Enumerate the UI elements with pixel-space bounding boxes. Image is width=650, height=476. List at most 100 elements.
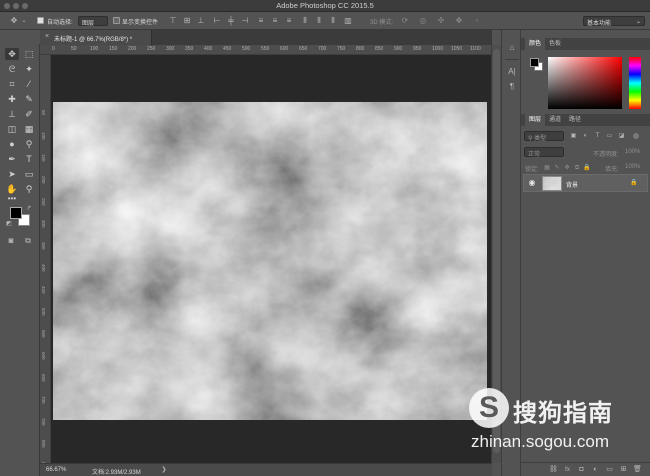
- ruler-tick-label: 350: [185, 46, 194, 52]
- distribute-right-icon[interactable]: ⦀: [328, 17, 338, 25]
- distribute-top-icon[interactable]: ≡: [256, 17, 266, 25]
- move-tool-preset-icon[interactable]: ✥: [8, 17, 20, 25]
- fill-label: 填充:: [605, 167, 619, 173]
- blend-mode-dropdown[interactable]: 正常: [524, 147, 564, 158]
- gradient-tool-icon[interactable]: ▦: [22, 123, 36, 135]
- folder-icon[interactable]: ▭: [605, 466, 614, 474]
- history-brush-tool-icon[interactable]: ✐: [22, 108, 36, 120]
- screen-mode-icon[interactable]: ⧉: [22, 237, 34, 245]
- align-hcenter-icon[interactable]: ╪: [226, 17, 236, 25]
- ruler-tick-label: 700: [41, 396, 46, 404]
- lock-all-icon[interactable]: 🔒: [583, 164, 591, 172]
- filter-shape-icon[interactable]: ▭: [605, 132, 614, 140]
- distribute-vcenter-icon[interactable]: ≡: [270, 17, 280, 25]
- canvas-workspace[interactable]: [51, 55, 491, 463]
- ruler-tick-label: 100: [90, 46, 99, 52]
- adjustment-icon[interactable]: ◐: [591, 466, 600, 474]
- close-tab-icon[interactable]: ×: [45, 33, 49, 40]
- more-tools-icon[interactable]: •••: [5, 193, 19, 205]
- default-colors-icon[interactable]: ◩: [6, 220, 12, 228]
- foreground-color-chip[interactable]: [530, 58, 539, 67]
- 3d-slide-icon[interactable]: ✥: [454, 17, 464, 25]
- cloud-render-image[interactable]: [53, 102, 487, 420]
- eraser-tool-icon[interactable]: ◫: [5, 123, 19, 135]
- filter-toggle-icon[interactable]: [633, 133, 639, 139]
- move-tool-icon[interactable]: ✥: [5, 48, 19, 60]
- character-panel-icon[interactable]: A|: [507, 68, 517, 76]
- filter-smart-object-icon[interactable]: ◪: [617, 132, 626, 140]
- align-right-icon[interactable]: ⊣: [240, 17, 250, 25]
- align-top-icon[interactable]: ⊤: [168, 17, 178, 25]
- workspace-dropdown[interactable]: 基本功能 ⌄: [583, 16, 645, 27]
- dodge-tool-icon[interactable]: ⚲: [22, 138, 36, 150]
- align-left-icon[interactable]: ⊢: [212, 17, 222, 25]
- magic-wand-tool-icon[interactable]: ✦: [22, 63, 36, 75]
- show-transform-checkbox[interactable]: [113, 17, 120, 24]
- lock-artboard-icon[interactable]: ⧉: [573, 164, 581, 172]
- opacity-value[interactable]: 100%: [625, 149, 640, 155]
- quick-mask-icon[interactable]: ◙: [6, 237, 16, 245]
- auto-select-dropdown[interactable]: 图层: [78, 16, 108, 27]
- type-tool-icon[interactable]: T: [22, 153, 36, 165]
- layer-filter-dropdown[interactable]: ⚲ 类型: [524, 131, 564, 142]
- brush-tool-icon[interactable]: ✎: [22, 93, 36, 105]
- blur-tool-icon[interactable]: ●: [5, 138, 19, 150]
- color-field[interactable]: [548, 57, 622, 109]
- clone-stamp-tool-icon[interactable]: ⊥: [5, 108, 19, 120]
- document-size-info: 文档:2.93M/2.93M: [92, 470, 141, 476]
- lock-position-icon[interactable]: ✥: [563, 164, 571, 172]
- link-icon[interactable]: ⛓: [549, 466, 558, 474]
- fx-icon[interactable]: fx: [563, 466, 572, 474]
- hue-slider[interactable]: [629, 57, 641, 109]
- ruler-tick-label: 800: [356, 46, 365, 52]
- tab-color[interactable]: 颜色: [525, 38, 546, 50]
- ruler-tick-label: 250: [41, 198, 46, 206]
- filter-pixel-icon[interactable]: ▣: [569, 132, 578, 140]
- crop-tool-icon[interactable]: ⌗: [5, 78, 19, 90]
- trash-icon[interactable]: 🗑: [633, 466, 642, 474]
- filter-type-icon[interactable]: T: [593, 132, 602, 140]
- eye-icon[interactable]: ◉: [527, 179, 537, 187]
- mask-icon[interactable]: ◘: [577, 466, 586, 474]
- 3d-rotate-icon[interactable]: ⟳: [400, 17, 410, 25]
- layer-name[interactable]: 背景: [566, 180, 578, 189]
- distribute-hcenter-icon[interactable]: ⦀: [314, 17, 324, 25]
- layer-row[interactable]: ◉ 背景 🔒: [523, 174, 648, 192]
- chevron-down-icon[interactable]: ⌄: [21, 17, 27, 25]
- new-layer-icon[interactable]: ⊞: [619, 466, 628, 474]
- status-menu-arrow-icon[interactable]: ❯: [160, 466, 168, 474]
- 3d-scale-icon[interactable]: ▫: [472, 17, 482, 25]
- auto-align-icon[interactable]: ▥: [343, 17, 353, 25]
- eyedropper-tool-icon[interactable]: ⁄: [22, 78, 36, 90]
- path-selection-tool-icon[interactable]: ➤: [5, 168, 19, 180]
- rectangle-tool-icon[interactable]: ▭: [22, 168, 36, 180]
- align-bottom-icon[interactable]: ⊥: [196, 17, 206, 25]
- swap-colors-icon[interactable]: ↱: [26, 205, 32, 213]
- lock-pixels-icon[interactable]: ✎: [553, 164, 561, 172]
- distribute-left-icon[interactable]: ⦀: [300, 17, 310, 25]
- auto-select-checkbox[interactable]: [37, 17, 44, 24]
- foreground-color-swatch[interactable]: [10, 207, 22, 219]
- 3d-drag-icon[interactable]: ✣: [436, 17, 446, 25]
- tab-swatches[interactable]: 色板: [545, 38, 565, 50]
- document-tab[interactable]: × 未标题-1 @ 66.7%(RGB/8*) *: [40, 30, 152, 45]
- align-vcenter-icon[interactable]: ⊞: [182, 17, 192, 25]
- zoom-tool-icon[interactable]: ⚲: [22, 183, 36, 195]
- pen-tool-icon[interactable]: ✒: [5, 153, 19, 165]
- history-panel-icon[interactable]: ⌂: [507, 44, 517, 52]
- filter-adjustment-icon[interactable]: ◐: [581, 132, 590, 140]
- lasso-tool-icon[interactable]: ᘓ: [5, 63, 19, 75]
- tab-paths[interactable]: 路径: [565, 114, 585, 126]
- zoom-level[interactable]: 66.67%: [46, 467, 66, 473]
- healing-brush-tool-icon[interactable]: ✚: [5, 93, 19, 105]
- app-title: Adobe Photoshop CC 2015.5: [276, 1, 374, 10]
- 3d-roll-icon[interactable]: ◎: [418, 17, 428, 25]
- paragraph-panel-icon[interactable]: ¶: [507, 83, 517, 91]
- lock-transparency-icon[interactable]: ▦: [543, 164, 551, 172]
- status-bar: 66.67% 文档:2.93M/2.93M ❯: [40, 463, 492, 476]
- distribute-bottom-icon[interactable]: ≡: [284, 17, 294, 25]
- tab-layers[interactable]: 图层: [525, 114, 546, 126]
- marquee-tool-icon[interactable]: ⬚: [22, 48, 36, 60]
- tab-channels[interactable]: 通道: [545, 114, 565, 126]
- fill-value[interactable]: 100%: [625, 164, 640, 170]
